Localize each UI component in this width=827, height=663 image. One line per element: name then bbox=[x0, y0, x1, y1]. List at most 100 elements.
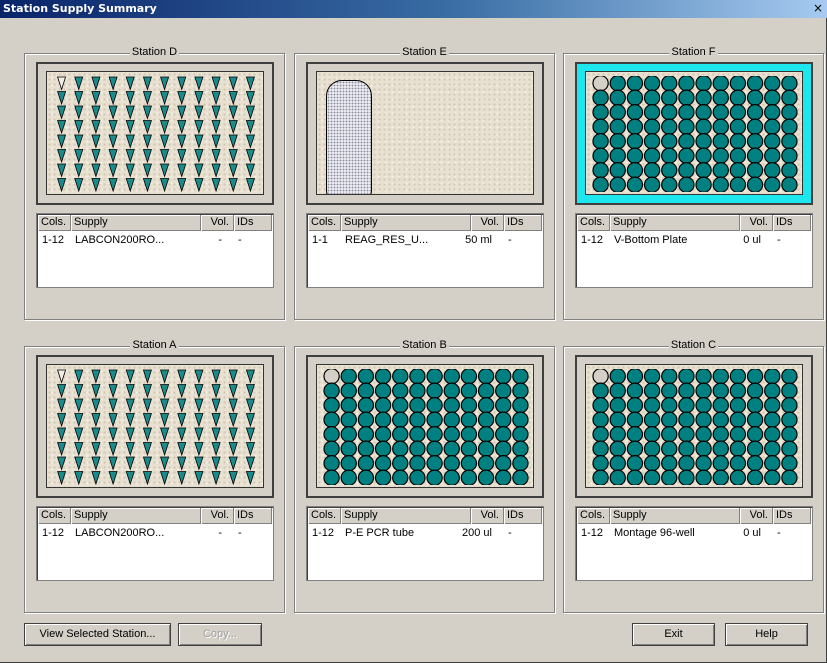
tip bbox=[108, 120, 118, 135]
column-header-cols[interactable]: Cols. bbox=[308, 215, 341, 231]
column-header-supply[interactable]: Supply bbox=[610, 215, 740, 231]
column-header-vol[interactable]: Vol. bbox=[201, 215, 234, 231]
tip bbox=[108, 91, 118, 106]
filled-well bbox=[592, 455, 609, 472]
tip bbox=[74, 442, 84, 457]
column-header-supply[interactable]: Supply bbox=[71, 508, 201, 524]
column-header-supply[interactable]: Supply bbox=[341, 508, 471, 524]
filled-well bbox=[712, 147, 729, 164]
column-header-ids[interactable]: IDs bbox=[234, 215, 272, 231]
supply-row[interactable]: 1-12 V-Bottom Plate 0 ul - bbox=[577, 233, 811, 247]
column-header-vol[interactable]: Vol. bbox=[471, 215, 504, 231]
column-header-cols[interactable]: Cols. bbox=[38, 215, 71, 231]
tip bbox=[194, 149, 204, 164]
labware-deck[interactable] bbox=[575, 355, 813, 498]
station-a-panel[interactable]: Station A Cols. Supply Vol. IDs 1-12 LABCON200… bbox=[24, 339, 285, 613]
supply-list[interactable]: Cols. Supply Vol. IDs 1-12 Montage 96-well 0 u… bbox=[575, 506, 813, 581]
filled-well bbox=[609, 411, 626, 428]
filled-well bbox=[695, 469, 712, 485]
filled-well bbox=[643, 133, 661, 150]
help-button[interactable]: Help bbox=[725, 623, 808, 646]
filled-well bbox=[592, 162, 609, 179]
tip bbox=[125, 76, 135, 91]
supply-row[interactable]: 1-12 Montage 96-well 0 ul - bbox=[577, 526, 811, 540]
supply-cell-supply: LABCON200RO... bbox=[75, 234, 165, 246]
column-header-cols[interactable]: Cols. bbox=[308, 508, 341, 524]
labware-deck[interactable] bbox=[575, 62, 813, 205]
tip bbox=[142, 178, 152, 192]
station-e-panel[interactable]: Station E Cols. Supply Vol. IDs 1-1 REAG_RES_U… bbox=[294, 46, 555, 320]
labware-deck[interactable] bbox=[306, 355, 544, 498]
station-c-panel[interactable]: Station C Cols. Supply Vol. IDs 1-12 Montage 9… bbox=[563, 339, 824, 613]
column-header-ids[interactable]: IDs bbox=[773, 215, 811, 231]
filled-well bbox=[678, 397, 695, 414]
filled-well bbox=[495, 382, 512, 399]
supply-list[interactable]: Cols. Supply Vol. IDs 1-1 REAG_RES_U... 50 ml - bbox=[306, 213, 544, 288]
supply-row[interactable]: 1-12 LABCON200RO... - - bbox=[38, 233, 272, 247]
filled-well bbox=[781, 89, 798, 106]
tip bbox=[177, 369, 187, 384]
filled-well bbox=[495, 455, 512, 472]
filled-well bbox=[592, 397, 609, 414]
column-header-ids[interactable]: IDs bbox=[234, 508, 272, 524]
column-header-cols[interactable]: Cols. bbox=[577, 215, 610, 231]
filled-well bbox=[695, 397, 712, 414]
column-header-ids[interactable]: IDs bbox=[504, 215, 542, 231]
tip bbox=[228, 163, 238, 178]
column-header-ids[interactable]: IDs bbox=[773, 508, 811, 524]
supply-row[interactable]: 1-1 REAG_RES_U... 50 ml - bbox=[308, 233, 542, 247]
filled-well bbox=[746, 469, 764, 485]
column-header-supply[interactable]: Supply bbox=[71, 215, 201, 231]
tip bbox=[125, 384, 135, 399]
filled-well bbox=[678, 89, 695, 106]
view-selected-station-button[interactable]: View Selected Station... bbox=[24, 623, 171, 646]
station-d-panel[interactable]: Station D Cols. Supply Vol. IDs 1-12 LABCON200… bbox=[24, 46, 285, 320]
filled-well bbox=[409, 440, 426, 457]
column-header-vol[interactable]: Vol. bbox=[201, 508, 234, 524]
supply-list[interactable]: Cols. Supply Vol. IDs 1-12 V-Bottom Plate 0 ul… bbox=[575, 213, 813, 288]
filled-well bbox=[746, 147, 764, 164]
filled-well bbox=[626, 426, 644, 443]
labware-deck[interactable] bbox=[36, 62, 274, 205]
labware-deck[interactable] bbox=[306, 62, 544, 205]
supply-row[interactable]: 1-12 P-E PCR tube 200 ul - bbox=[308, 526, 542, 540]
column-header-cols[interactable]: Cols. bbox=[38, 508, 71, 524]
tip bbox=[125, 471, 135, 485]
station-b-panel[interactable]: Station B Cols. Supply Vol. IDs 1-12 P-E PCR t… bbox=[294, 339, 555, 613]
tip bbox=[194, 427, 204, 442]
filled-well bbox=[512, 411, 529, 428]
supply-list[interactable]: Cols. Supply Vol. IDs 1-12 LABCON200RO... - - bbox=[36, 506, 274, 581]
tip bbox=[74, 427, 84, 442]
station-label-wrap: Station D bbox=[25, 46, 284, 58]
filled-well bbox=[695, 411, 712, 428]
filled-well bbox=[609, 162, 626, 179]
column-header-cols[interactable]: Cols. bbox=[577, 508, 610, 524]
tip bbox=[57, 178, 67, 192]
labware-deck[interactable] bbox=[36, 355, 274, 498]
supply-list[interactable]: Cols. Supply Vol. IDs 1-12 P-E PCR tube 200 ul… bbox=[306, 506, 544, 581]
station-f-panel[interactable]: Station F Cols. Supply Vol. IDs 1-12 V-Bottom … bbox=[563, 46, 824, 320]
column-header-vol[interactable]: Vol. bbox=[471, 508, 504, 524]
filled-well bbox=[764, 176, 781, 192]
supply-list[interactable]: Cols. Supply Vol. IDs 1-12 LABCON200RO... - - bbox=[36, 213, 274, 288]
tip bbox=[108, 369, 118, 384]
labware-grid bbox=[592, 369, 798, 485]
title-bar[interactable]: Station Supply Summary × bbox=[0, 0, 827, 18]
column-header-vol[interactable]: Vol. bbox=[740, 215, 773, 231]
filled-well bbox=[712, 469, 729, 485]
filled-well bbox=[477, 469, 495, 485]
close-icon[interactable]: × bbox=[811, 1, 825, 15]
tip bbox=[74, 413, 84, 428]
labware-tray bbox=[46, 71, 264, 195]
column-header-supply[interactable]: Supply bbox=[610, 508, 740, 524]
tip bbox=[211, 178, 221, 192]
supply-list-header: Cols. Supply Vol. IDs bbox=[577, 215, 811, 231]
copy-button[interactable]: Copy... bbox=[178, 623, 262, 646]
filled-well bbox=[323, 455, 340, 472]
column-header-vol[interactable]: Vol. bbox=[740, 508, 773, 524]
column-header-supply[interactable]: Supply bbox=[341, 215, 471, 231]
tip bbox=[57, 427, 67, 442]
supply-row[interactable]: 1-12 LABCON200RO... - - bbox=[38, 526, 272, 540]
exit-button[interactable]: Exit bbox=[632, 623, 715, 646]
column-header-ids[interactable]: IDs bbox=[504, 508, 542, 524]
